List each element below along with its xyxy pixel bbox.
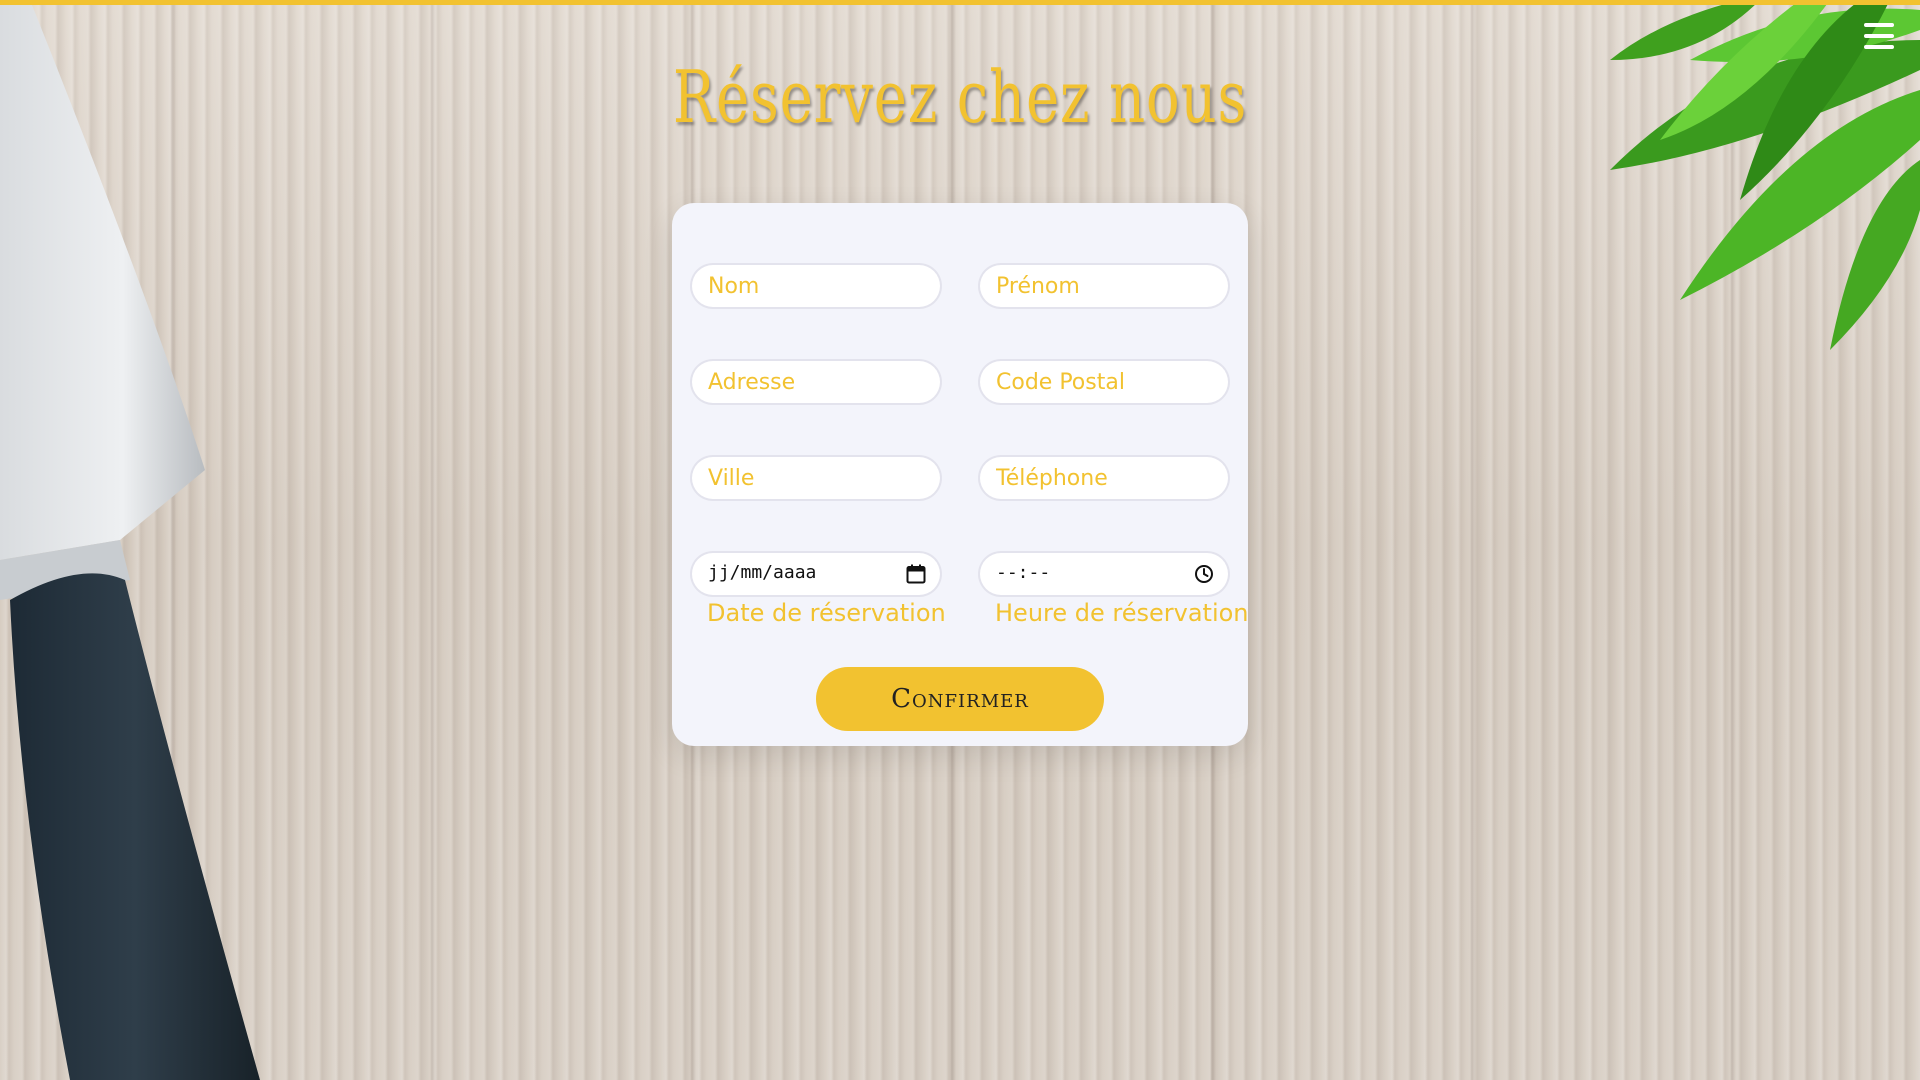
ville-input[interactable] bbox=[692, 457, 940, 499]
knife-image bbox=[0, 0, 260, 1080]
code-postal-field-wrapper bbox=[980, 361, 1228, 403]
telephone-field-wrapper bbox=[980, 457, 1228, 499]
nom-field-wrapper bbox=[692, 265, 940, 307]
date-input[interactable]: jj/mm/aaaa bbox=[692, 553, 940, 595]
date-value: jj/mm/aaaa bbox=[708, 562, 817, 583]
ville-field-wrapper bbox=[692, 457, 940, 499]
herb-leaves-image bbox=[1610, 0, 1920, 350]
time-value: --:-- bbox=[996, 562, 1051, 583]
time-label: Heure de réservation bbox=[995, 599, 1249, 627]
nom-input[interactable] bbox=[692, 265, 940, 307]
calendar-icon[interactable] bbox=[906, 564, 926, 584]
confirm-button[interactable]: Confirmer bbox=[816, 667, 1104, 731]
page-title: Réservez chez nous bbox=[672, 55, 1248, 139]
adresse-input[interactable] bbox=[692, 361, 940, 403]
reservation-form-card: jj/mm/aaaa Date de réservation --:-- Heu… bbox=[672, 203, 1249, 746]
code-postal-input[interactable] bbox=[980, 361, 1228, 403]
adresse-field-wrapper bbox=[692, 361, 940, 403]
date-label: Date de réservation bbox=[707, 599, 946, 627]
time-input[interactable]: --:-- bbox=[980, 553, 1228, 595]
top-accent-bar bbox=[0, 0, 1920, 5]
prenom-field-wrapper bbox=[980, 265, 1228, 307]
telephone-input[interactable] bbox=[980, 457, 1228, 499]
prenom-input[interactable] bbox=[980, 265, 1228, 307]
clock-icon[interactable] bbox=[1194, 564, 1214, 584]
hamburger-menu-icon[interactable] bbox=[1862, 20, 1896, 52]
